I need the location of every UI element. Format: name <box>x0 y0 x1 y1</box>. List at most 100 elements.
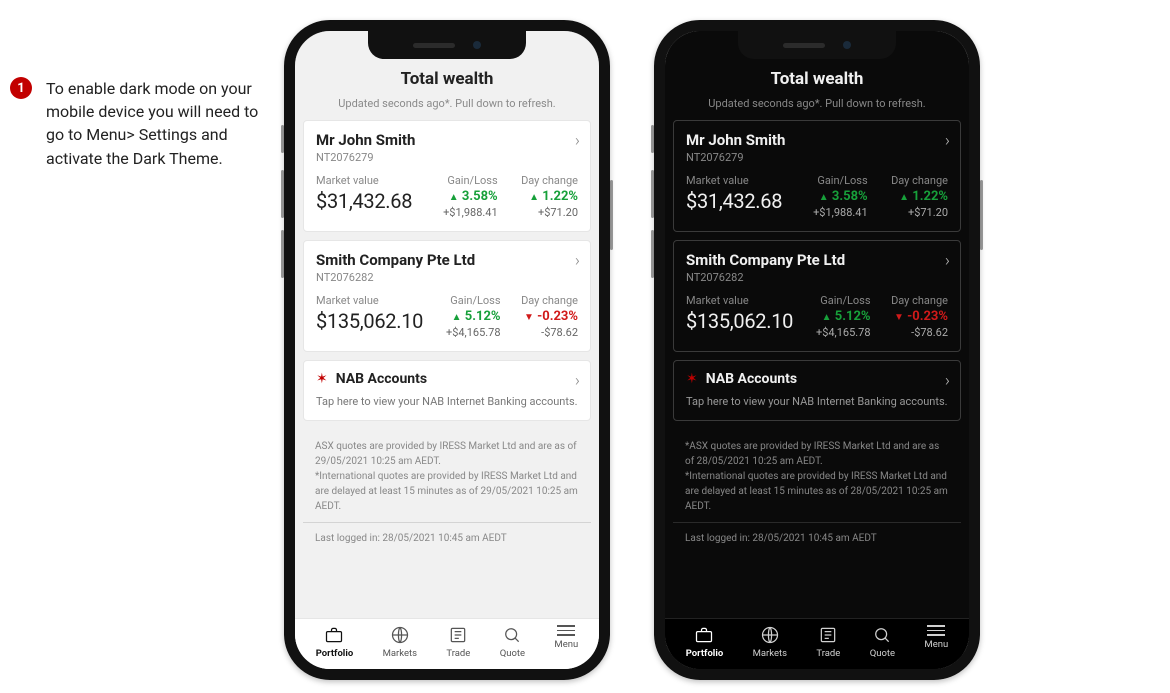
trade-icon <box>448 625 468 645</box>
gainloss-amount: +$4,165.78 <box>431 326 500 339</box>
up-arrow-icon: ▲ <box>449 192 459 203</box>
chevron-right-icon: › <box>945 373 950 390</box>
market-value: $135,062.10 <box>316 309 423 333</box>
account-card[interactable]: › Mr John Smith NT2076279 Market value $… <box>673 120 961 232</box>
market-value: $31,432.68 <box>316 189 417 213</box>
tab-markets[interactable]: Markets <box>753 625 787 659</box>
tab-markets[interactable]: Markets <box>383 625 417 659</box>
menu-icon <box>557 625 575 636</box>
last-login-text: Last logged in: 28/05/2021 10:45 am AEDT <box>673 522 961 554</box>
globe-icon <box>760 625 780 645</box>
up-arrow-icon: ▲ <box>819 192 829 203</box>
up-arrow-icon: ▲ <box>899 192 909 203</box>
account-name: Smith Company Pte Ltd <box>686 251 948 269</box>
tab-label: Menu <box>924 639 948 650</box>
up-arrow-icon: ▲ <box>452 312 462 323</box>
menu-icon <box>927 625 945 636</box>
account-name: Mr John Smith <box>316 131 578 149</box>
daychange-percent: ▲ 1.22% <box>506 189 578 204</box>
chevron-right-icon: › <box>945 133 950 150</box>
tab-menu[interactable]: Menu <box>554 625 578 659</box>
disclaimer-text: *ASX quotes are provided by IRESS Market… <box>673 429 961 522</box>
daychange-percent: ▲ 1.22% <box>876 189 948 204</box>
gainloss-amount: +$1,988.41 <box>425 206 497 219</box>
globe-icon <box>390 625 410 645</box>
chevron-right-icon: › <box>575 253 580 270</box>
account-number: NT2076279 <box>316 151 578 164</box>
side-button <box>980 180 983 250</box>
nab-accounts-card[interactable]: › ✶ NAB Accounts Tap here to view your N… <box>303 360 591 421</box>
phone-notch <box>368 31 526 59</box>
last-login-text: Last logged in: 28/05/2021 10:45 am AEDT <box>303 522 591 554</box>
gainloss-percent: ▲ 5.12% <box>801 309 870 324</box>
phone-mockup-light: Total wealth Updated seconds ago*. Pull … <box>284 20 610 680</box>
gainloss-amount: +$1,988.41 <box>795 206 867 219</box>
account-number: NT2076282 <box>686 271 948 284</box>
daychange-label: Day change <box>879 294 948 307</box>
market-value-label: Market value <box>316 174 417 187</box>
tab-label: Menu <box>554 639 578 650</box>
tab-portfolio[interactable]: Portfolio <box>686 625 724 659</box>
market-value-label: Market value <box>686 174 787 187</box>
market-value-label: Market value <box>686 294 793 307</box>
market-value: $135,062.10 <box>686 309 793 333</box>
tab-portfolio[interactable]: Portfolio <box>316 625 354 659</box>
refresh-hint: Updated seconds ago*. Pull down to refre… <box>665 89 969 120</box>
tab-label: Quote <box>870 648 895 659</box>
disclaimer-text: ASX quotes are provided by IRESS Market … <box>303 429 591 522</box>
refresh-hint: Updated seconds ago*. Pull down to refre… <box>295 89 599 120</box>
tab-trade[interactable]: Trade <box>816 625 840 659</box>
step-number-badge: 1 <box>10 77 32 99</box>
nab-star-icon: ✶ <box>316 371 328 387</box>
up-arrow-icon: ▲ <box>822 312 832 323</box>
tab-label: Portfolio <box>316 648 354 659</box>
briefcase-icon <box>694 625 714 645</box>
account-number: NT2076282 <box>316 271 578 284</box>
tab-label: Quote <box>500 648 525 659</box>
side-button <box>610 180 613 250</box>
daychange-percent: ▼ -0.23% <box>879 309 948 324</box>
gainloss-percent: ▲ 5.12% <box>431 309 500 324</box>
account-card[interactable]: › Mr John Smith NT2076279 Market value $… <box>303 120 591 232</box>
account-number: NT2076279 <box>686 151 948 164</box>
chevron-right-icon: › <box>945 253 950 270</box>
market-value-label: Market value <box>316 294 423 307</box>
gainloss-label: Gain/Loss <box>801 294 870 307</box>
chevron-right-icon: › <box>575 373 580 390</box>
tab-label: Markets <box>383 648 417 659</box>
daychange-label: Day change <box>506 174 578 187</box>
tab-bar: Portfolio Markets Trade Quote Menu <box>295 618 599 669</box>
gainloss-percent: ▲ 3.58% <box>425 189 497 204</box>
gainloss-percent: ▲ 3.58% <box>795 189 867 204</box>
instruction-callout: 1 To enable dark mode on your mobile dev… <box>10 77 278 170</box>
search-icon <box>502 625 522 645</box>
tab-quote[interactable]: Quote <box>870 625 895 659</box>
daychange-amount: +$71.20 <box>876 206 948 219</box>
nab-subtitle: Tap here to view your NAB Internet Banki… <box>316 395 578 408</box>
account-card[interactable]: › Smith Company Pte Ltd NT2076282 Market… <box>673 240 961 352</box>
tab-menu[interactable]: Menu <box>924 625 948 659</box>
down-arrow-icon: ▼ <box>524 312 534 323</box>
search-icon <box>872 625 892 645</box>
tab-label: Markets <box>753 648 787 659</box>
tab-label: Portfolio <box>686 648 724 659</box>
gainloss-label: Gain/Loss <box>431 294 500 307</box>
daychange-amount: -$78.62 <box>509 326 578 339</box>
tab-trade[interactable]: Trade <box>446 625 470 659</box>
account-name: Mr John Smith <box>686 131 948 149</box>
market-value: $31,432.68 <box>686 189 787 213</box>
gainloss-amount: +$4,165.78 <box>801 326 870 339</box>
daychange-percent: ▼ -0.23% <box>509 309 578 324</box>
daychange-amount: +$71.20 <box>506 206 578 219</box>
nab-subtitle: Tap here to view your NAB Internet Banki… <box>686 395 948 408</box>
daychange-label: Day change <box>509 294 578 307</box>
phone-notch <box>738 31 896 59</box>
tab-label: Trade <box>816 648 840 659</box>
tab-bar: Portfolio Markets Trade Quote Menu <box>665 618 969 669</box>
instruction-text: To enable dark mode on your mobile devic… <box>46 77 278 170</box>
daychange-label: Day change <box>876 174 948 187</box>
nab-star-icon: ✶ <box>686 371 698 387</box>
account-card[interactable]: › Smith Company Pte Ltd NT2076282 Market… <box>303 240 591 352</box>
nab-accounts-card[interactable]: › ✶ NAB Accounts Tap here to view your N… <box>673 360 961 421</box>
tab-quote[interactable]: Quote <box>500 625 525 659</box>
